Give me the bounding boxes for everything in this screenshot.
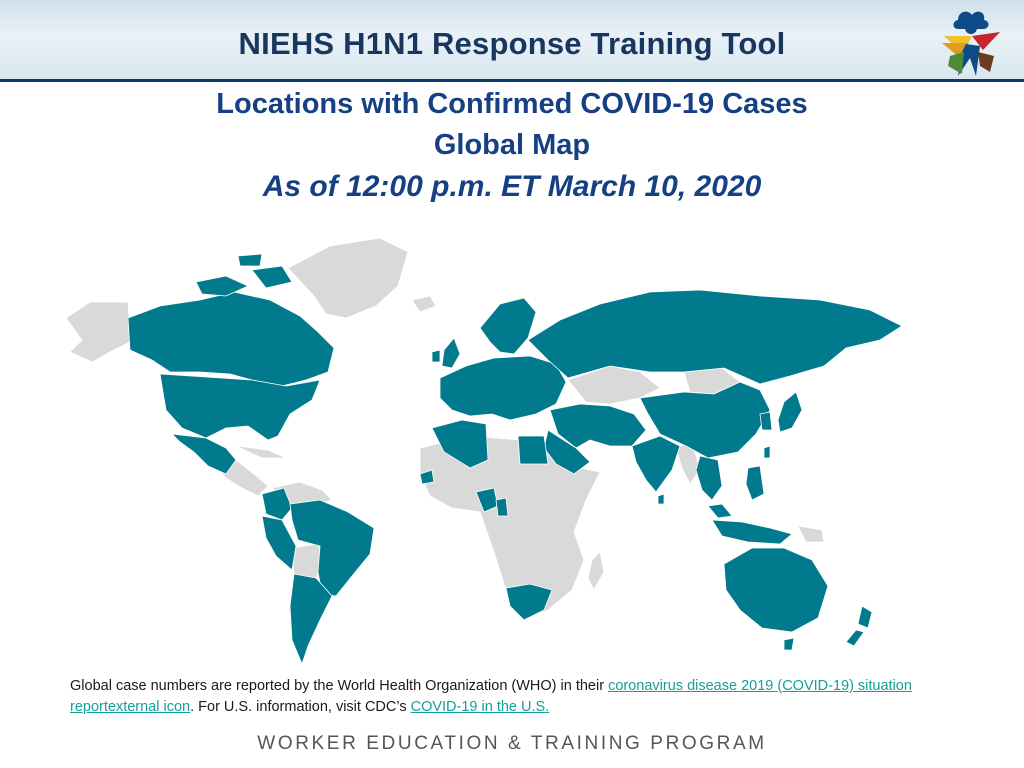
country-canada-islands xyxy=(195,253,293,297)
country-cameroon xyxy=(495,497,509,517)
header-title: NIEHS H1N1 Response Training Tool xyxy=(238,26,786,61)
country-europe xyxy=(439,355,567,421)
country-png xyxy=(797,525,825,543)
slide-date: As of 12:00 p.m. ET March 10, 2020 xyxy=(262,170,762,203)
country-peru xyxy=(261,515,297,571)
country-se-asia xyxy=(695,455,723,501)
country-mexico xyxy=(170,433,237,475)
country-philippines xyxy=(745,465,765,501)
country-taiwan xyxy=(763,445,771,459)
country-madagascar xyxy=(587,551,605,591)
country-australia xyxy=(723,547,829,633)
footer-program-name: WORKER EDUCATION & TRAINING PROGRAM xyxy=(257,733,767,754)
country-egypt xyxy=(517,435,549,465)
country-alaska xyxy=(65,301,131,363)
country-sri-lanka xyxy=(657,493,665,505)
country-tasmania xyxy=(783,637,795,651)
caption-text-1: Global case numbers are reported by the … xyxy=(70,678,609,694)
country-greenland xyxy=(287,237,409,319)
country-india xyxy=(631,435,681,493)
country-korea xyxy=(759,411,773,431)
country-usa xyxy=(159,373,321,441)
slide-title: Locations with Confirmed COVID-19 Cases xyxy=(216,88,808,120)
country-uk xyxy=(431,337,461,369)
caption: Global case numbers are reported by the … xyxy=(70,676,1000,718)
slide-subtitle: Global Map xyxy=(433,129,591,161)
country-caribbean xyxy=(235,445,287,459)
country-scandinavia xyxy=(479,297,537,355)
caption-text-2: . For U.S. information, visit CDC’s xyxy=(190,699,411,715)
world-map xyxy=(65,237,903,666)
country-indonesia xyxy=(711,519,793,545)
country-south-africa xyxy=(505,583,553,621)
covid-us-link[interactable]: COVID-19 in the U.S. xyxy=(411,699,550,715)
country-japan xyxy=(777,391,803,433)
country-iceland xyxy=(411,295,437,313)
country-canada xyxy=(127,291,335,387)
country-malaysia xyxy=(707,503,733,519)
worker-training-logo-icon xyxy=(942,11,1000,76)
country-new-zealand xyxy=(845,605,873,647)
